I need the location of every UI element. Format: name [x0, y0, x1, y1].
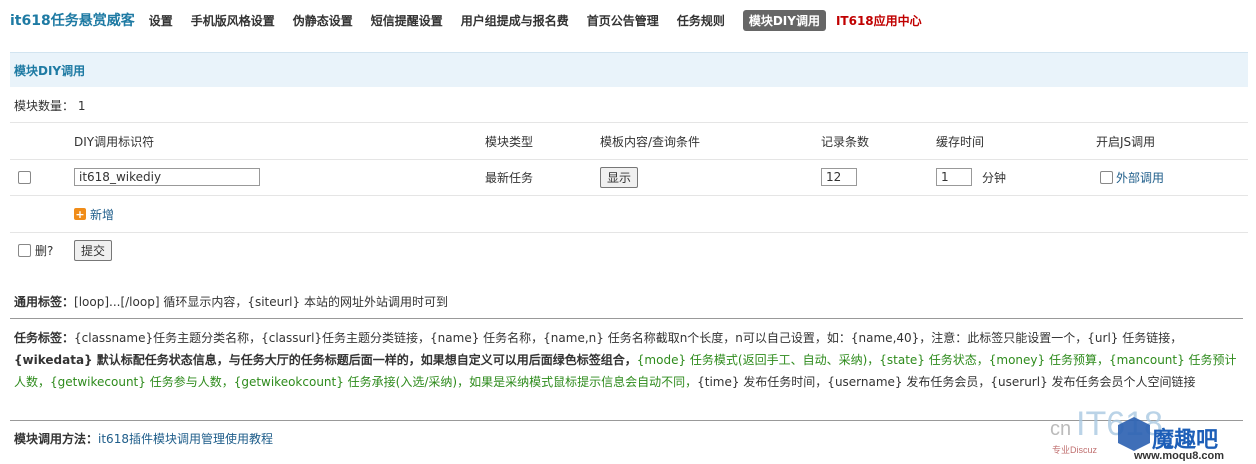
- nav-settings[interactable]: 设置: [149, 12, 173, 29]
- task-tags-tail: {time} 发布任务时间，{username} 发布任务会员，{userurl…: [697, 375, 1196, 389]
- action-row: 删? 提交: [10, 233, 1248, 267]
- table-header: DIY调用标识符 模块类型 模板内容/查询条件 记录条数 缓存时间 开启JS调用: [10, 122, 1248, 160]
- add-button[interactable]: + 新增: [74, 196, 114, 232]
- nav-usergroup[interactable]: 用户组提成与报名费: [461, 12, 569, 29]
- nav-task-rules[interactable]: 任务规则: [677, 12, 725, 29]
- cache-unit: 分钟: [982, 170, 1007, 185]
- delete-label: 删?: [35, 243, 54, 258]
- module-type: 最新任务: [485, 170, 534, 185]
- task-tags: 任务标签：{classname}任务主题分类名称，{classurl}任务主题分…: [14, 327, 1240, 393]
- table-row: it618_wikediy 最新任务 显示 12 1 分钟 外部调用: [10, 159, 1248, 196]
- external-call-label[interactable]: 外部调用: [1116, 169, 1164, 186]
- top-nav-bar: it618任务悬赏威客 设置 手机版风格设置 伪静态设置 短信提醒设置 用户组提…: [0, 0, 1256, 40]
- delete-checkbox[interactable]: [18, 243, 31, 257]
- diy-id-input[interactable]: it618_wikediy: [74, 168, 260, 186]
- nav-app-center[interactable]: IT618应用中心: [836, 12, 922, 29]
- submit-button[interactable]: 提交: [74, 239, 113, 261]
- general-tags: 通用标签：[loop]...[/loop] 循环显示内容，{siteurl} 本…: [14, 291, 1240, 313]
- brand-title: it618任务悬赏威客: [10, 13, 135, 29]
- module-count-value: 1: [77, 99, 86, 113]
- task-tags-label: 任务标签：: [14, 331, 75, 345]
- nav-sms[interactable]: 短信提醒设置: [371, 12, 443, 29]
- watermark-tag: 专业Discuz: [1052, 444, 1098, 455]
- row-select-checkbox[interactable]: [18, 170, 31, 184]
- show-button[interactable]: 显示: [600, 166, 639, 188]
- header-type: 模块类型: [485, 134, 534, 149]
- header-js: 开启JS调用: [1096, 134, 1156, 149]
- watermark-site: www.moqu8.com: [1133, 450, 1224, 461]
- general-tags-text: [loop]...[/loop] 循环显示内容，{siteurl} 本站的网址外…: [74, 295, 448, 309]
- external-call-checkbox[interactable]: [1100, 170, 1113, 184]
- nav-rewrite[interactable]: 伪静态设置: [293, 12, 353, 29]
- watermark-cn: cn: [1050, 418, 1071, 440]
- module-count-label: 模块数量：: [14, 99, 75, 113]
- divider: [10, 318, 1243, 319]
- watermark: cn IT618 魔趣吧 专业Discuz www.moqu8.com: [1048, 403, 1248, 462]
- task-tags-wikedata: {wikedata} 默认标配任务状态信息，与任务大厅的任务标题后面一样的，如果…: [14, 353, 637, 367]
- header-id: DIY调用标识符: [74, 134, 155, 149]
- add-row: + 新增: [10, 196, 1248, 233]
- header-template: 模板内容/查询条件: [600, 134, 701, 149]
- method-label: 模块调用方法：: [14, 432, 99, 446]
- general-tags-label: 通用标签：: [14, 295, 75, 309]
- records-input[interactable]: 12: [821, 168, 857, 186]
- task-tags-text: {classname}任务主题分类名称，{classurl}任务主题分类链接，{…: [74, 331, 1183, 345]
- section-header: 模块DIY调用: [10, 52, 1248, 87]
- main-nav: 设置 手机版风格设置 伪静态设置 短信提醒设置 用户组提成与报名费 首页公告管理…: [149, 9, 940, 31]
- header-cache: 缓存时间: [936, 134, 985, 149]
- watermark-brand: 魔趣吧: [1152, 427, 1218, 452]
- cache-input[interactable]: 1: [936, 168, 972, 186]
- module-count: 模块数量： 1: [14, 97, 85, 114]
- nav-mobile-style[interactable]: 手机版风格设置: [191, 12, 275, 29]
- header-records: 记录条数: [821, 134, 870, 149]
- nav-announcement[interactable]: 首页公告管理: [587, 12, 659, 29]
- plus-icon: +: [74, 207, 86, 221]
- add-label: 新增: [90, 207, 115, 222]
- watermark-logo-icon: cn IT618 魔趣吧 专业Discuz www.moqu8.com: [1050, 405, 1224, 462]
- method-link[interactable]: it618插件模块调用管理使用教程: [98, 432, 273, 446]
- nav-diy-module[interactable]: 模块DIY调用: [742, 9, 826, 31]
- section-title: 模块DIY调用: [14, 63, 86, 78]
